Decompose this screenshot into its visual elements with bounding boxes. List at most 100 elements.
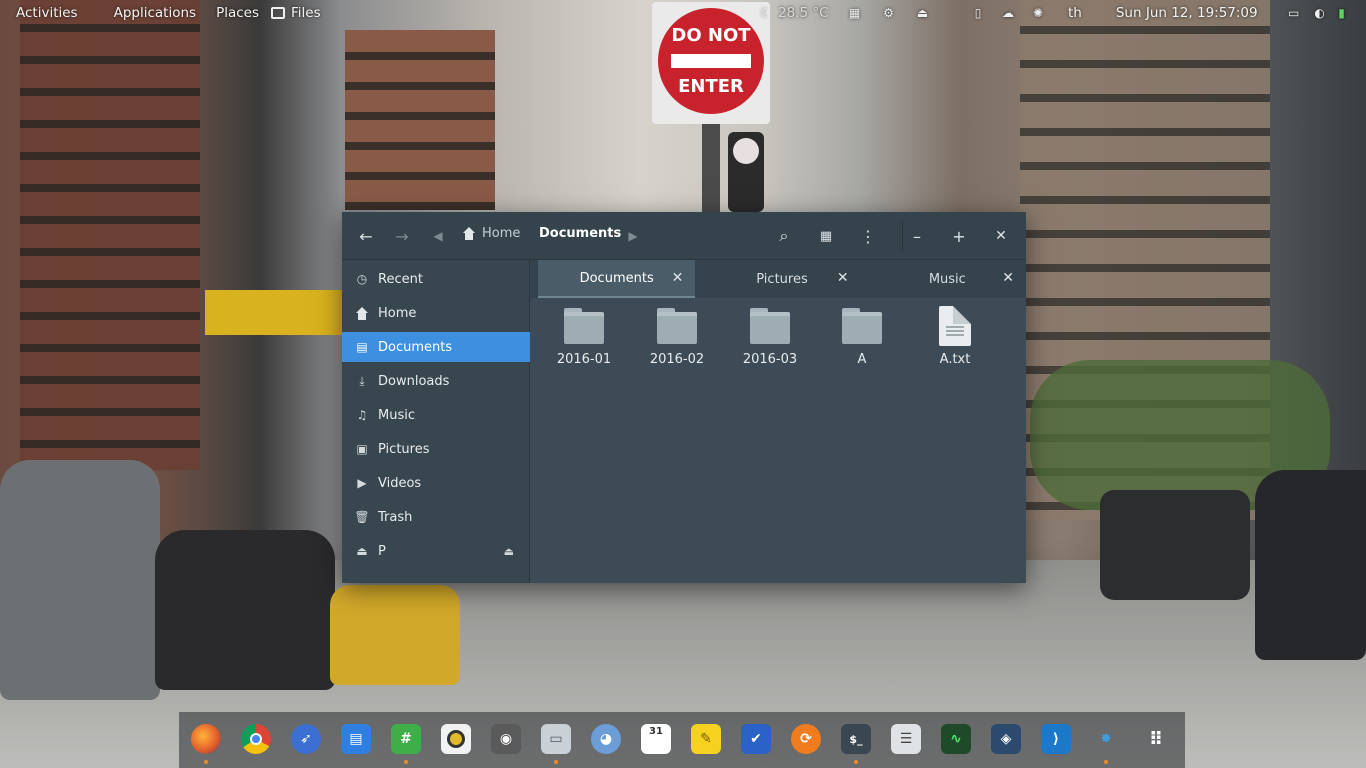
minimize-button[interactable]: – [905,224,929,248]
back-arrow-icon[interactable]: ← [354,224,378,248]
running-indicator [854,760,858,764]
sidebar-item-downloads[interactable]: ⤓ Downloads [342,366,530,396]
folder-icon [564,308,604,344]
eject-icon[interactable]: ⏏ [504,545,514,558]
file-item-text[interactable]: A.txt [915,306,995,367]
breadcrumb-home[interactable]: Home [462,226,520,241]
terminal-icon[interactable]: $_ [841,724,871,754]
wallpaper-yellow-sign [205,290,345,335]
wallpaper-taxi [330,585,460,685]
file-name: A [857,352,867,367]
file-item-folder[interactable]: 2016-02 [637,308,717,367]
applications-label: Applications [113,4,197,21]
rhythmbox-icon[interactable] [441,724,471,754]
spreadsheet-icon[interactable]: # [391,724,421,754]
wallpaper-traffic-light [728,132,764,212]
weather-moon-icon: ☾ [760,5,772,20]
sidebar-item-label: Downloads [378,373,450,389]
sidebar-item-label: Videos [378,475,422,491]
tab-pictures[interactable]: Pictures ✕ [703,260,860,298]
compass-browser-icon[interactable]: ➶ [291,724,321,754]
volume-icon[interactable]: ◐ [1312,6,1328,20]
home-icon [355,306,369,320]
pycharm-icon[interactable]: ✸ [1091,724,1121,754]
sidebar-item-recent[interactable]: ◷ Recent [342,264,530,294]
pidgin-icon[interactable]: ◕ [591,724,621,754]
folder-icon [657,308,697,344]
cloud-icon[interactable]: ☁ [1000,6,1016,20]
breadcrumb-current-label: Documents [539,226,622,241]
files-icon[interactable]: ▭ [541,724,571,754]
running-indicator [204,760,208,764]
vscode-icon[interactable]: ⟩ [1041,724,1071,754]
battery-icon[interactable]: ▮ [1334,6,1350,20]
breadcrumb-right-chevron-icon[interactable]: ▶ [621,224,645,248]
app-grid-icon[interactable]: ⠿ [1141,724,1171,754]
activities-button[interactable]: Activities [0,5,86,21]
camera-icon[interactable]: ◉ [491,724,521,754]
tab-close-icon[interactable]: ✕ [1002,270,1014,286]
headerbar-separator [902,222,903,250]
places-sidebar: ◷ Recent Home ▤ Documents ⤓ Downloads ♫ … [342,260,530,583]
close-button[interactable]: ✕ [989,224,1013,248]
file-name: 2016-02 [649,352,705,367]
files-label: Files [291,4,321,21]
sidebar-item-documents[interactable]: ▤ Documents [342,332,530,362]
chrome-icon[interactable] [241,724,271,754]
shell-icon[interactable]: ✺ [1030,6,1046,20]
applications-menu[interactable]: Applications [86,5,204,21]
gear-icon[interactable]: ⚙ [881,6,897,20]
menu-kebab-icon[interactable]: ⋮ [856,224,880,248]
tab-close-icon[interactable]: ✕ [672,270,684,286]
weather-temp[interactable]: 28.5 °C [778,5,829,21]
wallpaper-building-mid [345,30,495,210]
calendar-icon[interactable]: 31 [641,724,671,754]
wallpaper-car [1100,490,1250,600]
running-indicator [404,760,408,764]
forward-arrow-icon[interactable]: → [390,224,414,248]
eject-icon[interactable]: ⏏ [915,6,931,20]
clipboard-icon[interactable]: ▯ [970,6,986,20]
chat-icon[interactable]: ▭ [1286,6,1302,20]
file-view: 2016-01 2016-02 2016-03 A A.txt [530,298,1026,583]
system-monitor-icon[interactable]: ∿ [941,724,971,754]
document-icon: ▤ [356,340,368,354]
activities-label: Activities [16,4,78,21]
sticky-notes-icon[interactable]: ✎ [691,724,721,754]
settings-toggle-icon[interactable]: ☰ [891,724,921,754]
sidebar-item-drive-p[interactable]: ⏏ P ⏏ [342,536,530,566]
tab-label: Pictures [756,271,808,287]
grid-view-icon[interactable]: ▦ [814,224,838,248]
updater-icon[interactable]: ⟳ [791,724,821,754]
files-app-menu[interactable]: Files [267,5,329,21]
sidebar-item-trash[interactable]: 🗑 Trash [342,502,530,532]
file-item-folder[interactable]: 2016-01 [544,308,624,367]
sidebar-item-pictures[interactable]: ▣ Pictures [342,434,530,464]
places-menu[interactable]: Places [204,5,267,21]
video-icon: ▶ [357,476,367,490]
breadcrumb-documents[interactable]: Documents [539,226,621,241]
wallpaper-pole [702,124,720,214]
sidebar-item-videos[interactable]: ▶ Videos [342,468,530,498]
breadcrumb-left-chevron-icon[interactable]: ◀ [426,224,450,248]
sidebar-item-home[interactable]: Home [342,298,530,328]
tab-close-icon[interactable]: ✕ [837,270,849,286]
input-language[interactable]: th [1068,5,1082,21]
mysql-workbench-icon[interactable]: ◈ [991,724,1021,754]
file-name: 2016-01 [556,352,612,367]
messaging-icon[interactable]: ▤ [341,724,371,754]
clock[interactable]: Sun Jun 12, 19:57:09 [1116,5,1258,21]
breadcrumb-home-label: Home [482,226,521,241]
picture-icon: ▣ [356,442,368,456]
top-panel: Activities Applications Places Files ☾ 2… [0,0,1366,25]
file-item-folder[interactable]: A [822,308,902,367]
maximize-button[interactable]: + [947,224,971,248]
tab-documents[interactable]: Documents ✕ [538,260,696,298]
file-item-folder[interactable]: 2016-03 [730,308,810,367]
search-icon[interactable]: ⌕ [772,224,796,248]
workspace-icon[interactable]: ▦ [847,6,863,20]
tab-music[interactable]: Music ✕ [869,260,1026,298]
firefox-icon[interactable] [191,724,221,754]
sidebar-item-music[interactable]: ♫ Music [342,400,530,430]
tasks-check-icon[interactable]: ✔ [741,724,771,754]
